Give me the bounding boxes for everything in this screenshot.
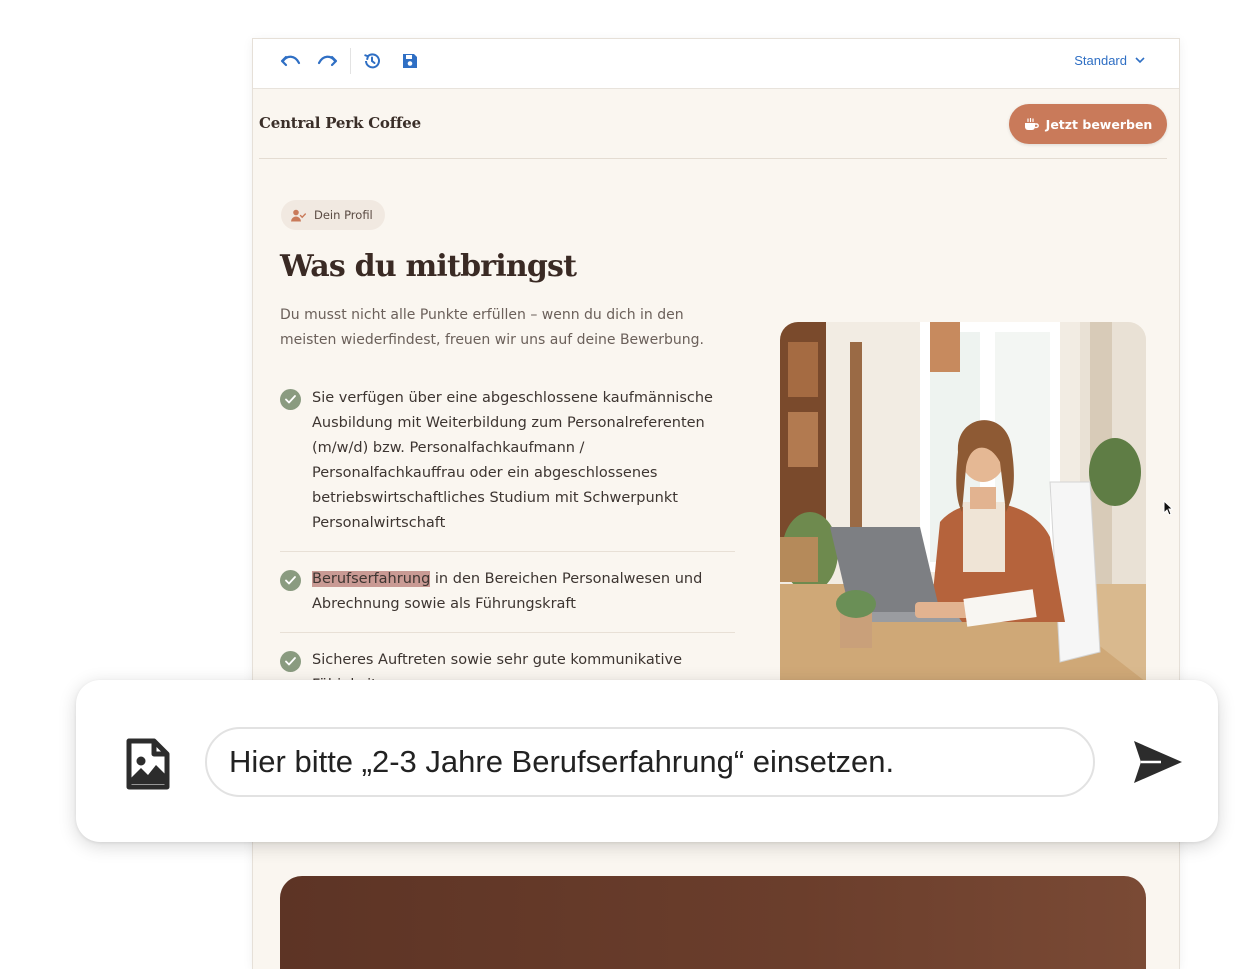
coffee-cup-icon bbox=[1024, 117, 1039, 130]
editor-toolbar: Standard bbox=[253, 39, 1179, 89]
office-photo bbox=[780, 322, 1146, 702]
section-badge-label: Dein Profil bbox=[314, 208, 373, 222]
history-button[interactable] bbox=[359, 48, 385, 74]
mouse-cursor-icon bbox=[1163, 499, 1174, 521]
section-intro: Du musst nicht alle Punkte erfüllen – we… bbox=[280, 307, 704, 348]
site-header: Central Perk Coffee Jetzt bewerben bbox=[253, 89, 1179, 159]
toolbar-separator bbox=[350, 48, 351, 74]
user-check-icon bbox=[291, 209, 306, 221]
image-file-icon bbox=[126, 738, 170, 790]
check-circle-icon bbox=[280, 570, 301, 591]
apply-now-label: Jetzt bewerben bbox=[1045, 116, 1153, 132]
check-circle-icon bbox=[280, 651, 301, 672]
view-mode-label: Standard bbox=[1074, 52, 1127, 68]
attach-image-button[interactable] bbox=[126, 738, 170, 790]
save-icon bbox=[403, 54, 417, 68]
undo-button[interactable] bbox=[278, 48, 304, 74]
section-heading: Was du mitbringst bbox=[280, 249, 577, 284]
redo-icon bbox=[317, 55, 338, 67]
brand-logo-text[interactable]: Central Perk Coffee bbox=[259, 114, 421, 132]
apply-now-button[interactable]: Jetzt bewerben bbox=[1009, 104, 1167, 144]
undo-icon bbox=[280, 55, 301, 67]
chat-message-input[interactable]: Hier bitte „2-3 Jahre Berufserfahrung“ e… bbox=[205, 727, 1095, 797]
save-button[interactable] bbox=[397, 48, 423, 74]
chat-panel: Hier bitte „2-3 Jahre Berufserfahrung“ e… bbox=[76, 680, 1218, 842]
requirement-text[interactable]: Sie verfügen über eine abgeschlossene ka… bbox=[312, 386, 735, 536]
requirements-list: Sie verfügen über eine abgeschlossene ka… bbox=[280, 386, 735, 728]
list-item: Sie verfügen über eine abgeschlossene ka… bbox=[280, 386, 735, 552]
selected-text-highlight[interactable]: Berufserfahrung bbox=[312, 571, 431, 587]
chevron-down-icon bbox=[1135, 56, 1145, 63]
dark-content-card bbox=[280, 876, 1146, 969]
section-badge: Dein Profil bbox=[281, 200, 385, 230]
redo-button[interactable] bbox=[314, 48, 340, 74]
photo-illustration bbox=[780, 322, 1146, 702]
send-button[interactable] bbox=[1131, 738, 1185, 786]
list-item: Berufserfahrung in den Bereichen Persona… bbox=[280, 567, 735, 633]
requirement-text[interactable]: Berufserfahrung in den Bereichen Persona… bbox=[312, 567, 735, 617]
history-icon bbox=[364, 53, 380, 69]
header-divider bbox=[259, 158, 1167, 159]
view-mode-select[interactable]: Standard bbox=[1074, 49, 1145, 71]
check-circle-icon bbox=[280, 389, 301, 410]
send-icon bbox=[1134, 741, 1182, 783]
